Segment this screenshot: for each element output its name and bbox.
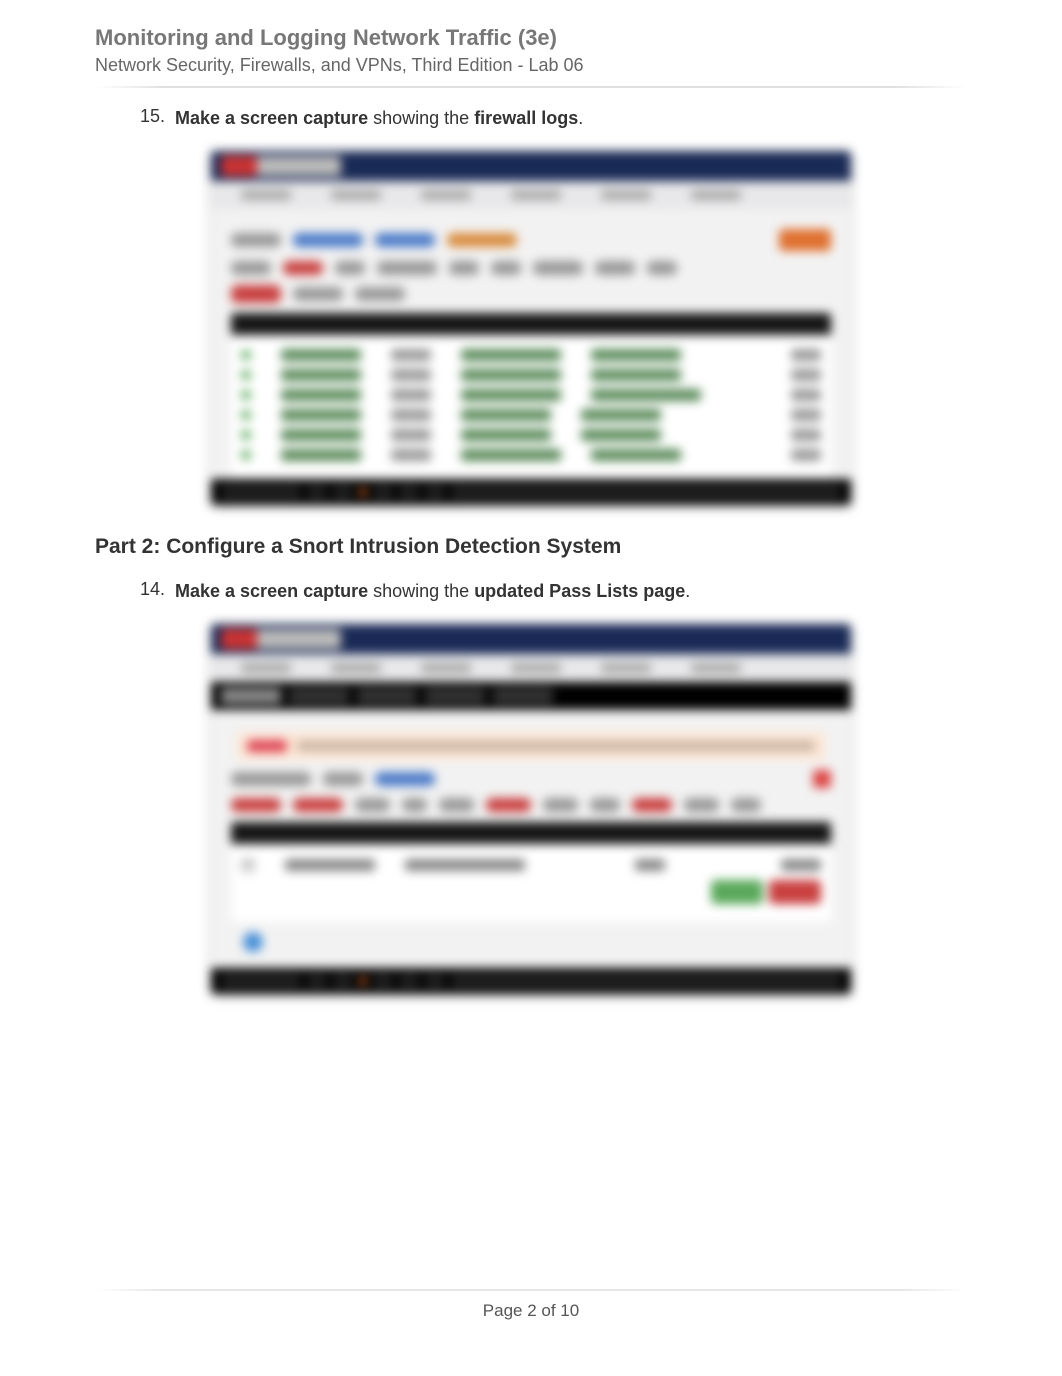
list-item: 15. Make a screen capture showing the fi…: [95, 106, 967, 131]
item-lead-bold: Make a screen capture: [175, 108, 368, 128]
header-divider: [95, 86, 967, 88]
item-tail: .: [685, 581, 690, 601]
item-tail: .: [578, 108, 583, 128]
page-title: Monitoring and Logging Network Traffic (…: [95, 25, 967, 51]
screenshot-firewall-logs: [95, 151, 967, 505]
page-subtitle: Network Security, Firewalls, and VPNs, T…: [95, 55, 967, 76]
item-lead-bold: Make a screen capture: [175, 581, 368, 601]
list-item: 14. Make a screen capture showing the up…: [95, 579, 967, 604]
footer-divider: [95, 1289, 967, 1291]
item-tail-bold: firewall logs: [474, 108, 578, 128]
screenshot-image: [211, 151, 851, 505]
item-middle: showing the: [368, 108, 474, 128]
item-middle: showing the: [368, 581, 474, 601]
screenshot-pass-lists: [95, 624, 967, 994]
item-text: Make a screen capture showing the update…: [175, 579, 690, 604]
content-area: 15. Make a screen capture showing the fi…: [95, 106, 967, 994]
page-number: Page 2 of 10: [0, 1301, 1062, 1321]
item-number: 14.: [115, 579, 175, 600]
item-text: Make a screen capture showing the firewa…: [175, 106, 583, 131]
document-page: Monitoring and Logging Network Traffic (…: [0, 0, 1062, 1376]
screenshot-image: [211, 624, 851, 994]
item-tail-bold: updated Pass Lists page: [474, 581, 685, 601]
item-number: 15.: [115, 106, 175, 127]
section-heading: Part 2: Configure a Snort Intrusion Dete…: [95, 535, 967, 559]
